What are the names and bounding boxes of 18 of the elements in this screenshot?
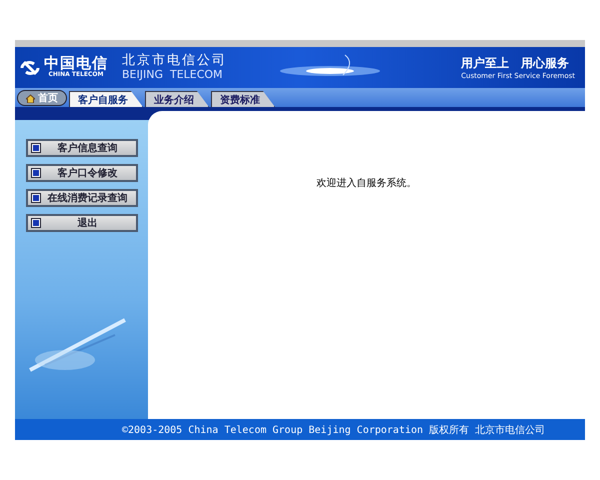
menu-button[interactable]: 退出 <box>26 214 138 232</box>
bullet-icon <box>32 194 40 202</box>
company-name-english: BEIJING TELECOM <box>122 68 224 81</box>
home-icon <box>26 94 35 102</box>
company-name: 北京市电信公司 <box>122 54 227 69</box>
bullet-icon <box>32 144 40 152</box>
nav-tab[interactable]: 业务介绍 <box>145 91 209 107</box>
copyright-footer: ©2003-2005 China Telecom Group Beijing Corporation 版权所有 北京市电信公司 <box>15 419 585 440</box>
menu-button[interactable]: 客户口令修改 <box>26 164 138 182</box>
slogan: 用户至上 用心服务 <box>461 55 570 72</box>
menu-button[interactable]: 客户信息查询 <box>26 139 138 157</box>
logo-text: 中国电信 <box>44 56 108 72</box>
bullet-icon <box>32 169 40 177</box>
menu-button[interactable]: 在线消费记录查询 <box>26 189 138 207</box>
bullet-icon <box>32 219 40 227</box>
welcome-message: 欢迎进入自服务系统。 <box>316 176 416 188</box>
nav-tab[interactable]: 客户自服务 <box>69 91 143 107</box>
nav-tab[interactable]: 资费标准 <box>211 91 275 107</box>
